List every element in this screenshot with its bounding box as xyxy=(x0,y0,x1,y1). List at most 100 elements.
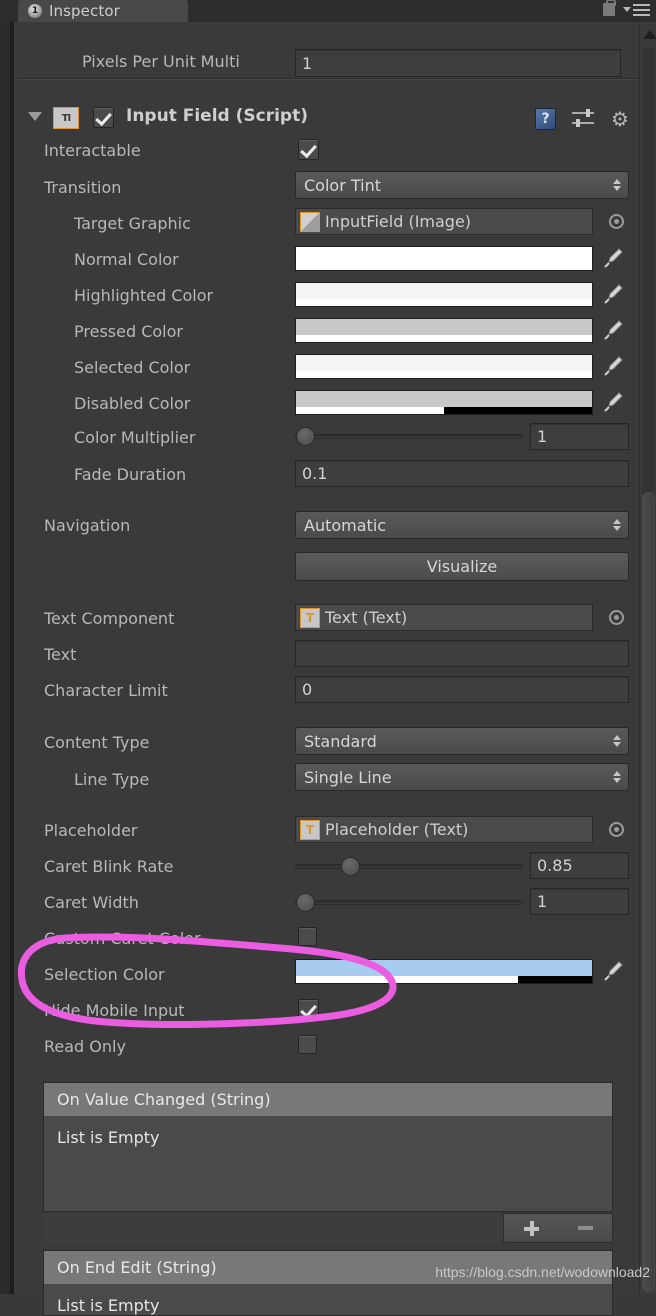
inspector-panel: Pixels Per Unit Multi 1 TI Input Field (… xyxy=(14,22,642,1316)
chevron-updown-icon xyxy=(613,179,621,191)
pressed-color-eyedropper-icon[interactable] xyxy=(602,318,624,342)
field-caret-width-label: Caret Width xyxy=(44,892,139,912)
text-component-picker-icon[interactable] xyxy=(609,610,624,625)
pixels-per-unit-input[interactable]: 1 xyxy=(295,49,621,77)
normal-color-eyedropper-icon[interactable] xyxy=(602,246,624,270)
caret-width-thumb[interactable] xyxy=(296,893,315,912)
field-selected-color-label: Selected Color xyxy=(74,357,191,377)
target-graphic-picker-icon[interactable] xyxy=(609,214,624,229)
hide-mobile-input-checkbox[interactable] xyxy=(298,999,319,1020)
section-divider xyxy=(18,78,638,80)
tab-inspector-label: Inspector xyxy=(49,2,120,20)
field-pressed-color: Pressed Color xyxy=(44,316,183,346)
caret-blink-rate-input[interactable]: 0.85 xyxy=(530,852,629,879)
event-list-body[interactable]: List is Empty xyxy=(44,1116,612,1211)
highlighted-color-fill xyxy=(296,283,592,299)
field-fade-duration-label: Fade Duration xyxy=(74,464,187,484)
window-left-edge xyxy=(0,22,10,1294)
field-normal-color: Normal Color xyxy=(44,244,179,274)
tab-inspector[interactable]: 1 Inspector xyxy=(18,0,188,22)
read-only-checkbox[interactable] xyxy=(298,1035,317,1054)
highlighted-color-eyedropper-icon[interactable] xyxy=(602,282,624,306)
caret-blink-rate-thumb[interactable] xyxy=(341,857,360,876)
color-multiplier-input[interactable]: 1 xyxy=(530,423,629,450)
scroll-up-arrow-icon[interactable] xyxy=(643,30,656,39)
field-highlighted-color: Highlighted Color xyxy=(44,280,213,310)
add-event-button[interactable] xyxy=(523,1220,539,1236)
placeholder-picker-icon[interactable] xyxy=(609,822,624,837)
field-placeholder: Placeholder xyxy=(44,815,138,845)
field-selection-color-label: Selection Color xyxy=(44,964,165,984)
field-line-type: Line Type xyxy=(44,764,149,794)
pressed-color-fill xyxy=(296,319,592,335)
field-read-only-label: Read Only xyxy=(44,1036,126,1056)
color-multiplier-slider[interactable] xyxy=(295,426,523,446)
field-transition: Transition xyxy=(44,172,121,202)
selection-color-eyedropper-icon[interactable] xyxy=(602,959,624,983)
content-type-dropdown[interactable]: Standard xyxy=(295,727,629,755)
gear-icon[interactable]: ⚙ xyxy=(610,109,630,129)
line-type-dropdown[interactable]: Single Line xyxy=(295,763,629,791)
highlighted-color-swatch[interactable] xyxy=(295,282,593,307)
event-list-on-value-changed: On Value Changed (String) List is Empty xyxy=(43,1082,613,1212)
text-component-object-field[interactable]: T Text (Text) xyxy=(295,604,593,631)
disabled-color-swatch[interactable] xyxy=(295,390,593,415)
caret-width-slider[interactable] xyxy=(295,892,523,912)
interactable-checkbox[interactable] xyxy=(298,139,319,160)
event-list-on-end-edit: On End Edit (String) List is Empty xyxy=(43,1250,613,1316)
normal-color-swatch[interactable] xyxy=(295,246,593,271)
field-target-graphic-label: Target Graphic xyxy=(74,213,191,233)
foldout-triangle-icon[interactable] xyxy=(28,112,42,121)
visualize-button[interactable]: Visualize xyxy=(295,552,629,581)
remove-event-button[interactable] xyxy=(577,1226,593,1230)
script-icon: TI xyxy=(53,107,79,129)
selection-color-swatch[interactable] xyxy=(295,959,593,984)
field-content-type-label: Content Type xyxy=(44,732,150,752)
event-list-body[interactable]: List is Empty xyxy=(44,1284,612,1315)
color-multiplier-thumb[interactable] xyxy=(296,427,315,446)
window-topbar: 1 Inspector xyxy=(0,0,656,22)
help-book-icon[interactable]: ? xyxy=(535,108,556,130)
custom-caret-color-checkbox[interactable] xyxy=(298,927,317,946)
target-graphic-object-field[interactable]: InputField (Image) xyxy=(295,208,593,235)
pressed-color-swatch[interactable] xyxy=(295,318,593,343)
field-disabled-color: Disabled Color xyxy=(44,388,190,418)
hamburger-menu-icon[interactable] xyxy=(623,3,650,16)
lock-icon[interactable] xyxy=(603,0,616,16)
placeholder-object-field[interactable]: T Placeholder (Text) xyxy=(295,816,593,843)
field-disabled-color-label: Disabled Color xyxy=(74,393,191,413)
transition-dropdown[interactable]: Color Tint xyxy=(295,171,629,199)
field-selected-color: Selected Color xyxy=(44,352,190,382)
selected-color-fill xyxy=(296,355,592,371)
fade-duration-input[interactable]: 0.1 xyxy=(295,460,629,487)
component-enabled-checkbox[interactable] xyxy=(93,107,114,128)
navigation-dropdown[interactable]: Automatic xyxy=(295,511,629,539)
chevron-updown-icon xyxy=(613,771,621,783)
inspector-scrollbar[interactable] xyxy=(639,22,656,1294)
selection-color-fill xyxy=(296,960,592,976)
preset-sliders-icon[interactable] xyxy=(572,109,594,129)
field-caret-blink-rate-label: Caret Blink Rate xyxy=(44,856,174,876)
field-hide-mobile-input: Hide Mobile Input xyxy=(44,995,185,1025)
window-topbar-actions xyxy=(603,0,650,16)
placeholder-value: Placeholder (Text) xyxy=(325,820,469,839)
field-navigation: Navigation xyxy=(44,510,130,540)
field-color-multiplier: Color Multiplier xyxy=(44,422,195,452)
selected-color-eyedropper-icon[interactable] xyxy=(602,354,624,378)
character-limit-input[interactable]: 0 xyxy=(295,676,629,703)
field-pressed-color-label: Pressed Color xyxy=(74,321,183,341)
field-content-type: Content Type xyxy=(44,727,149,757)
selected-color-swatch[interactable] xyxy=(295,354,593,379)
field-text-label: Text xyxy=(44,644,77,664)
caret-width-input[interactable]: 1 xyxy=(530,888,629,915)
disabled-color-eyedropper-icon[interactable] xyxy=(602,390,624,414)
event-list-empty-text: List is Empty xyxy=(57,1296,160,1315)
field-hide-mobile-input-label: Hide Mobile Input xyxy=(44,1000,185,1020)
caret-blink-rate-slider[interactable] xyxy=(295,856,523,876)
field-line-type-label: Line Type xyxy=(74,769,150,789)
scrollbar-thumb[interactable] xyxy=(642,492,655,1292)
component-header-input-field[interactable]: TI Input Field (Script) ? ⚙ xyxy=(14,102,642,134)
text-component-icon: T xyxy=(300,607,320,628)
field-text-component: Text Component xyxy=(44,603,174,633)
text-input[interactable] xyxy=(295,640,629,667)
